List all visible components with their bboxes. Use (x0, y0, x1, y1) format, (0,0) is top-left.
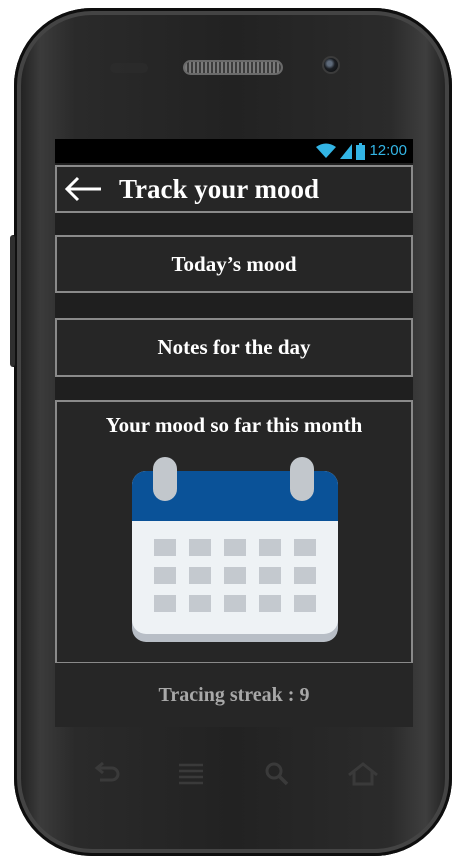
status-bar: 12:00 (55, 139, 413, 163)
page-title: Track your mood (119, 174, 320, 204)
wifi-icon (316, 143, 337, 158)
mood-calendar-card[interactable]: Your mood so far this month (55, 400, 413, 664)
front-camera (322, 56, 340, 74)
arrow-left-icon[interactable] (61, 173, 105, 205)
todays-mood-button[interactable]: Today’s mood (55, 235, 413, 293)
hardware-nav-bar (70, 760, 400, 794)
volume-button (10, 235, 17, 367)
back-nav-icon[interactable] (90, 760, 122, 790)
todays-mood-label: Today’s mood (171, 251, 297, 276)
search-nav-icon[interactable] (262, 760, 292, 790)
battery-icon (356, 142, 366, 160)
screen: 12:00 Track your mood Today’s mood Notes… (55, 139, 413, 727)
streak-text: Tracing streak : 9 (158, 683, 310, 706)
home-nav-icon[interactable] (346, 760, 380, 790)
earpiece-speaker (183, 60, 283, 75)
menu-nav-icon[interactable] (176, 760, 206, 790)
app-header: Track your mood (55, 165, 413, 213)
tracking-streak: Tracing streak : 9 (55, 663, 413, 727)
status-clock: 12:00 (369, 142, 407, 159)
proximity-sensor (110, 63, 148, 73)
calendar-card-title: Your mood so far this month (105, 413, 363, 437)
notes-for-day-button[interactable]: Notes for the day (55, 318, 413, 377)
notes-label: Notes for the day (157, 335, 311, 359)
signal-icon (340, 144, 353, 159)
calendar-icon (132, 457, 338, 642)
